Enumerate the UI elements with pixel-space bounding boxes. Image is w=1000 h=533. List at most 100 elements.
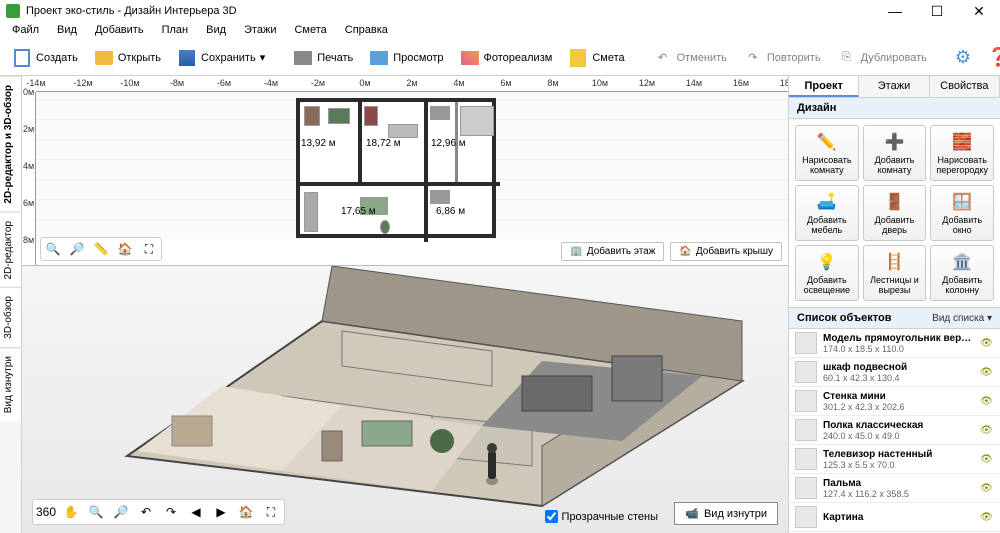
rtab-project[interactable]: Проект: [789, 76, 859, 97]
rotate-360[interactable]: 360: [35, 502, 57, 522]
nav-right[interactable]: ▶: [210, 502, 232, 522]
obj-item[interactable]: Пальма127.4 x 116.2 x 358.5👁: [789, 474, 1000, 503]
obj-name: шкаф подвесной: [823, 362, 974, 373]
menu-view[interactable]: Вид: [49, 22, 85, 40]
maximize-button[interactable]: ☐: [922, 2, 952, 20]
rtab-props[interactable]: Свойства: [930, 76, 1000, 97]
design-icon: 🪟: [951, 191, 973, 213]
zoom-in-2d[interactable]: 🔎: [67, 240, 87, 258]
undo-icon: ↶: [653, 48, 673, 68]
undo-button[interactable]: ↶Отменить: [647, 45, 733, 71]
floorplan[interactable]: [296, 98, 496, 238]
objlist-header: Список объектов: [797, 312, 891, 324]
design-btn-0[interactable]: ✏️Нарисовать комнату: [795, 125, 859, 181]
obj-name: Модель прямоугольник вертик...: [823, 333, 974, 344]
transparent-walls-checkbox[interactable]: [545, 510, 558, 523]
vtab-2d[interactable]: 2D-редактор: [0, 212, 21, 288]
rotate-right[interactable]: ↷: [160, 502, 182, 522]
vtab-2d-3d[interactable]: 2D-редактор и 3D-обзор: [0, 76, 21, 212]
obj-item[interactable]: Модель прямоугольник вертик...174.0 x 18…: [789, 329, 1000, 358]
obj-item[interactable]: шкаф подвесной60.1 x 42.3 x 130.4👁: [789, 358, 1000, 387]
settings-button[interactable]: ⚙: [949, 44, 977, 71]
gear-icon: ⚙: [955, 47, 971, 68]
add-roof-button[interactable]: 🏠 Добавить крышу: [670, 242, 782, 261]
pan-3d[interactable]: ✋: [60, 502, 82, 522]
menu-floors[interactable]: Этажи: [236, 22, 284, 40]
design-icon: 💡: [816, 251, 838, 273]
design-btn-2[interactable]: 🧱Нарисовать перегородку: [930, 125, 994, 181]
design-btn-4[interactable]: 🚪Добавить дверь: [863, 185, 927, 241]
obj-dims: 240.0 x 45.0 x 49.0: [823, 431, 974, 441]
zoom-out-2d[interactable]: 🔍: [43, 240, 63, 258]
design-icon: 🛋️: [816, 191, 838, 213]
obj-name: Картина: [823, 512, 974, 523]
design-btn-5[interactable]: 🪟Добавить окно: [930, 185, 994, 241]
vtab-inside[interactable]: Вид изнутри: [0, 347, 21, 421]
design-btn-1[interactable]: ➕Добавить комнату: [863, 125, 927, 181]
view-tabs: 2D-редактор и 3D-обзор 2D-редактор 3D-об…: [0, 76, 22, 533]
menu-add[interactable]: Добавить: [87, 22, 152, 40]
transparent-walls-toggle[interactable]: Прозрачные стены: [545, 510, 658, 523]
home-2d[interactable]: 🏠: [115, 240, 135, 258]
visibility-icon[interactable]: 👁: [980, 454, 994, 465]
estimate-button[interactable]: Смета: [562, 45, 630, 71]
view-3d[interactable]: 360 ✋ 🔍 🔎 ↶ ↷ ◀ ▶ 🏠 ⛶ Прозрачные стены 📹…: [22, 266, 788, 533]
menu-estimate[interactable]: Смета: [286, 22, 334, 40]
photo-button[interactable]: Фотореализм: [454, 45, 559, 71]
rotate-left[interactable]: ↶: [135, 502, 157, 522]
fit-3d[interactable]: ⛶: [260, 502, 282, 522]
menu-help[interactable]: Справка: [337, 22, 396, 40]
zoom-in-3d[interactable]: 🔎: [110, 502, 132, 522]
design-icon: ✏️: [816, 131, 838, 153]
obj-thumb: [795, 390, 817, 412]
open-button[interactable]: Открыть: [88, 45, 167, 71]
preview-button[interactable]: Просмотр: [363, 45, 449, 71]
obj-item[interactable]: Стенка мини301.2 x 42.3 x 202.6👁: [789, 387, 1000, 416]
visibility-icon[interactable]: 👁: [980, 396, 994, 407]
obj-item[interactable]: Телевизор настенный125.3 x 5.5 x 70.0👁: [789, 445, 1000, 474]
measure-tool[interactable]: 📏: [91, 240, 111, 258]
open-icon: [95, 51, 113, 65]
canvas-2d[interactable]: 13,92 м18,72 м12,96 м17,65 м6,86 м: [36, 92, 788, 239]
design-btn-6[interactable]: 💡Добавить освещение: [795, 245, 859, 301]
room-area-label: 17,65 м: [341, 206, 376, 217]
vtab-3d[interactable]: 3D-обзор: [0, 287, 21, 347]
obj-item[interactable]: Полка классическая240.0 x 45.0 x 49.0👁: [789, 416, 1000, 445]
objlist-viewmode[interactable]: Вид списка ▾: [932, 313, 992, 324]
visibility-icon[interactable]: 👁: [980, 338, 994, 349]
design-btn-3[interactable]: 🛋️Добавить мебель: [795, 185, 859, 241]
add-floor-button[interactable]: 🏢 Добавить этаж: [561, 242, 664, 261]
menu-view2[interactable]: Вид: [198, 22, 234, 40]
camera-icon: 📹: [685, 507, 699, 520]
create-button[interactable]: Создать: [6, 45, 84, 71]
room-area-label: 12,96 м: [431, 138, 466, 149]
menu-plan[interactable]: План: [154, 22, 197, 40]
menu-file[interactable]: Файл: [4, 22, 47, 40]
inside-view-button[interactable]: 📹 Вид изнутри: [674, 502, 778, 525]
zoom-out-3d[interactable]: 🔍: [85, 502, 107, 522]
duplicate-button[interactable]: ⎘Дублировать: [831, 45, 933, 71]
redo-button[interactable]: ↷Повторить: [737, 45, 827, 71]
close-button[interactable]: ✕: [964, 2, 994, 20]
room-area-label: 13,92 м: [301, 138, 336, 149]
visibility-icon[interactable]: 👁: [980, 425, 994, 436]
design-btn-8[interactable]: 🏛️Добавить колонну: [930, 245, 994, 301]
view-2d[interactable]: -14м-12м-10м-8м-6м-4м-2м0м2м4м6м8м10м12м…: [22, 76, 788, 266]
duplicate-icon: ⎘: [837, 48, 857, 68]
fit-2d[interactable]: ⛶: [139, 240, 159, 258]
design-btn-7[interactable]: 🪜Лестницы и вырезы: [863, 245, 927, 301]
design-icon: 🪜: [883, 251, 905, 273]
window-title: Проект эко-стиль - Дизайн Интерьера 3D: [26, 5, 880, 17]
save-button[interactable]: Сохранить ▾: [171, 45, 271, 71]
rtab-floors[interactable]: Этажи: [859, 76, 929, 97]
visibility-icon[interactable]: 👁: [980, 483, 994, 494]
print-button[interactable]: Печать: [287, 45, 359, 71]
design-icon: 🚪: [883, 191, 905, 213]
home-3d[interactable]: 🏠: [235, 502, 257, 522]
help-button[interactable]: ❓: [981, 44, 1000, 71]
visibility-icon[interactable]: 👁: [980, 367, 994, 378]
nav-left[interactable]: ◀: [185, 502, 207, 522]
visibility-icon[interactable]: 👁: [980, 512, 994, 523]
minimize-button[interactable]: —: [880, 2, 910, 20]
obj-item[interactable]: Картина 👁: [789, 503, 1000, 532]
